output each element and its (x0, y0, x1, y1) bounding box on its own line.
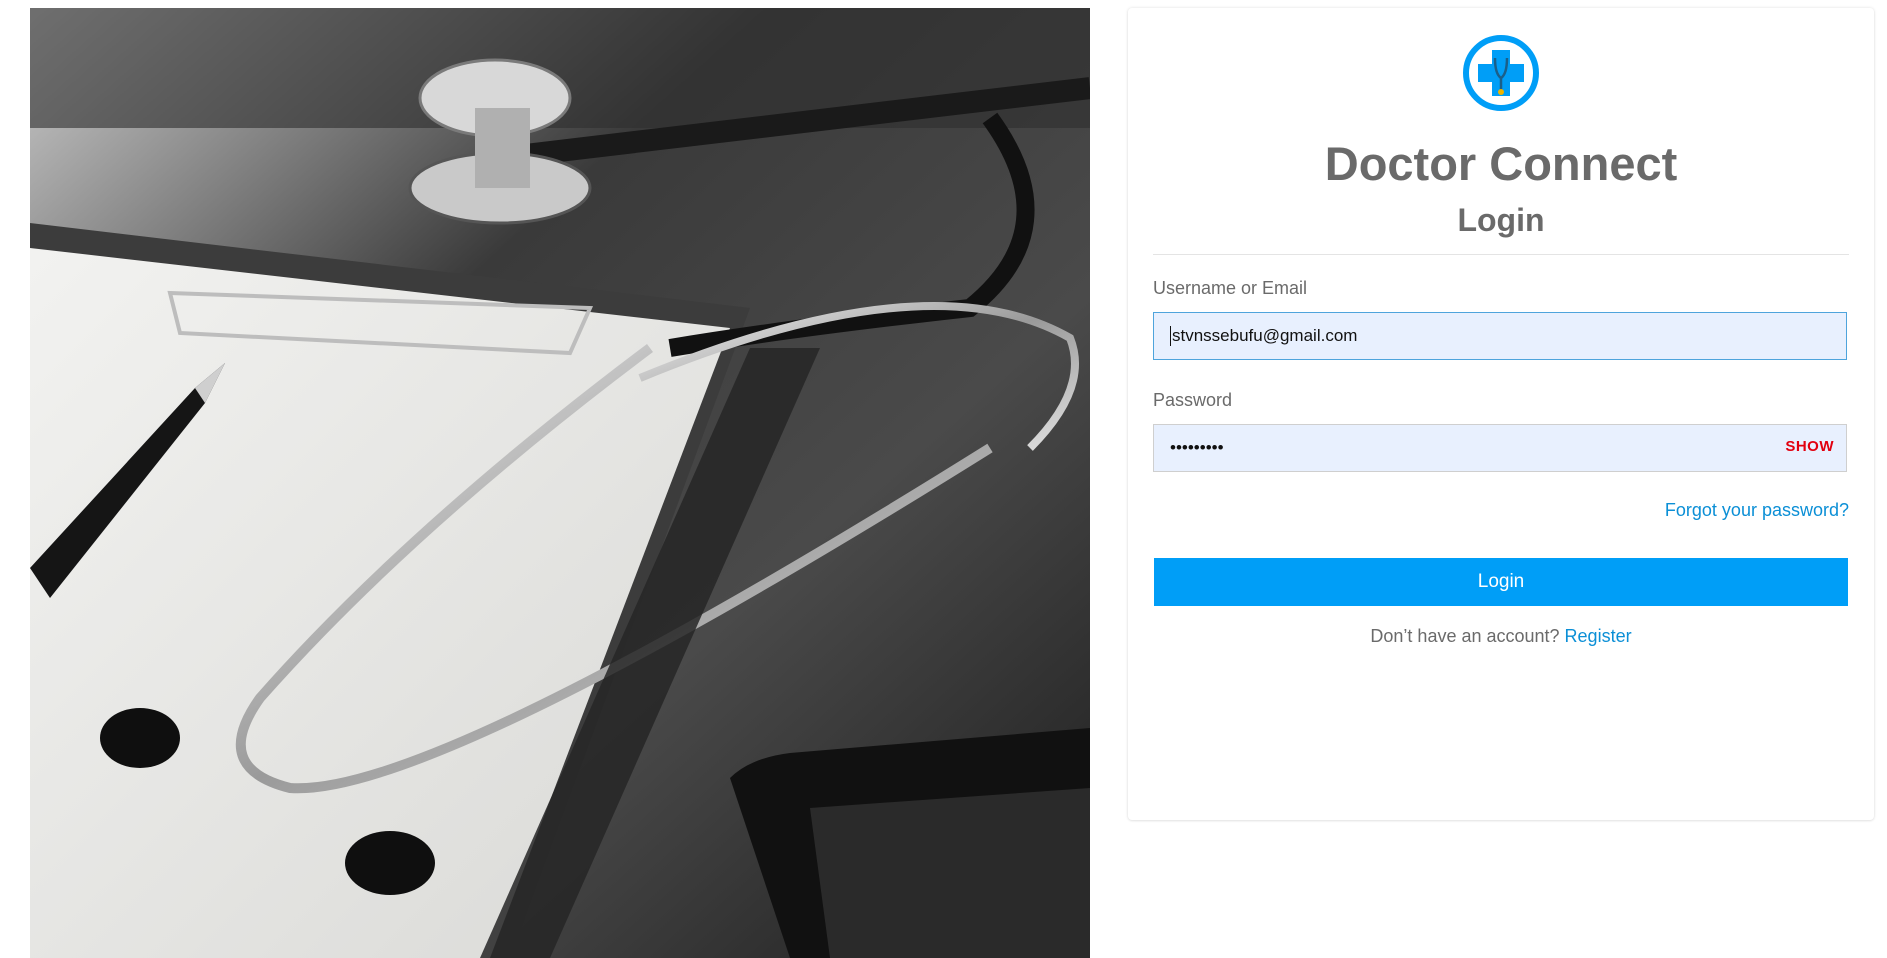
username-input[interactable]: stvnssebufu@gmail.com (1153, 312, 1847, 360)
divider (1153, 254, 1849, 255)
username-value: stvnssebufu@gmail.com (1172, 326, 1358, 345)
stethoscope-photo (30, 8, 1090, 958)
show-password-toggle[interactable]: SHOW (1785, 438, 1834, 455)
password-value: ••••••••• (1170, 438, 1224, 457)
register-prompt-line: Don’t have an account? Register (1128, 626, 1874, 647)
username-label: Username or Email (1153, 278, 1308, 298)
register-prompt: Don’t have an account? (1370, 626, 1565, 646)
text-caret (1170, 326, 1171, 346)
medical-cross-stethoscope-icon (1462, 34, 1540, 112)
login-button[interactable]: Login (1154, 558, 1848, 606)
register-link[interactable]: Register (1565, 626, 1632, 646)
forgot-password-link[interactable]: Forgot your password? (1665, 500, 1849, 521)
password-label: Password (1153, 390, 1233, 410)
login-card: Doctor Connect Login Username or Email s… (1128, 8, 1874, 820)
page-title: Login (1457, 202, 1545, 238)
hero-photo (30, 8, 1090, 958)
app-title: Doctor Connect (1324, 137, 1678, 190)
password-input[interactable]: ••••••••• SHOW (1153, 424, 1847, 472)
